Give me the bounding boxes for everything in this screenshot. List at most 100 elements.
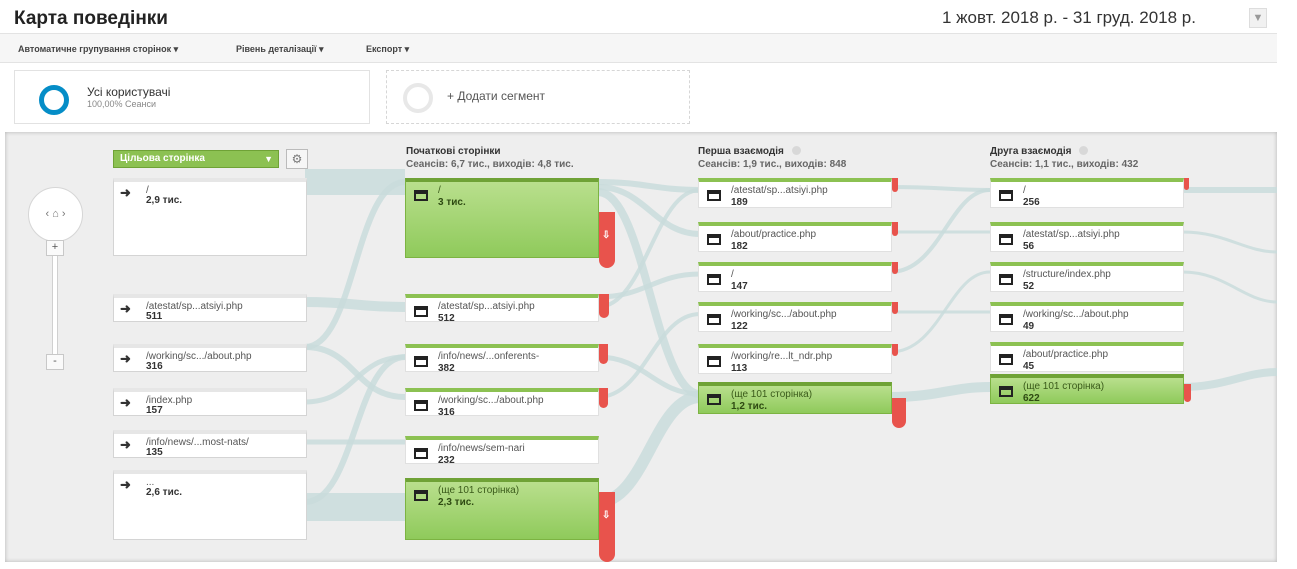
second-interaction-node[interactable]: /working/sc.../about.php 49: [990, 302, 1184, 332]
starting-page-node[interactable]: /working/sc.../about.php 316: [405, 388, 599, 418]
add-segment-button[interactable]: + Додати сегмент: [386, 70, 690, 124]
dropoff-bar[interactable]: [892, 222, 898, 236]
entrance-arrow-icon: ➜: [120, 185, 131, 200]
starting-page-node[interactable]: /atestat/sp...atsiyi.php 512: [405, 294, 599, 324]
first-interaction-node[interactable]: /about/practice.php 182: [698, 222, 892, 252]
node-value: 113: [731, 363, 748, 374]
first-interaction-node[interactable]: /working/sc.../about.php 122: [698, 302, 892, 332]
gear-icon[interactable]: ⚙: [286, 149, 308, 169]
first-interaction-node[interactable]: /atestat/sp...atsiyi.php 189: [698, 178, 892, 208]
second-interaction-node[interactable]: /structure/index.php 52: [990, 262, 1184, 292]
column-stats: Сеансів: 6,7 тис., виходів: 4,8 тис.: [406, 159, 574, 170]
node-value: 45: [1023, 361, 1035, 372]
dropoff-bar[interactable]: [599, 388, 608, 408]
first-interaction-node[interactable]: / 147: [698, 262, 892, 292]
node-label: /info/news/...onferents-: [438, 351, 540, 362]
source-node[interactable]: ➜ /atestat/sp...atsiyi.php 511: [113, 294, 307, 322]
zoom-in-button[interactable]: +: [46, 240, 64, 256]
starting-page-node[interactable]: /info/news/sem-nari 232: [405, 436, 599, 466]
page-icon: [414, 190, 428, 201]
dimension-dropdown[interactable]: Цільова сторінка ▼: [113, 150, 279, 168]
info-icon[interactable]: [1079, 146, 1089, 155]
node-label: /about/practice.php: [731, 229, 817, 240]
dropoff-bar[interactable]: [599, 294, 609, 318]
detail-level-menu[interactable]: Рівень деталізації ▾: [236, 44, 324, 55]
page-icon: [999, 386, 1013, 397]
segment-all-users[interactable]: Усі користувачі 100,00% Сеанси: [14, 70, 370, 124]
second-interaction-node[interactable]: /atestat/sp...atsiyi.php 56: [990, 222, 1184, 252]
dropoff-bar[interactable]: [1184, 384, 1191, 402]
segment-title: Усі користувачі: [87, 85, 171, 99]
page-title: Карта поведінки: [14, 8, 168, 29]
chevron-down-icon[interactable]: ▼: [1249, 8, 1267, 28]
node-value: 147: [731, 281, 748, 292]
segment-ring-icon: [39, 85, 69, 115]
page-icon: [707, 314, 721, 325]
node-value: 2,3 тис.: [438, 497, 475, 508]
first-interaction-node[interactable]: /working/re...lt_ndr.php 113: [698, 344, 892, 374]
dropoff-bar[interactable]: [599, 344, 608, 364]
dropoff-bar[interactable]: [1184, 178, 1189, 190]
home-nav-button[interactable]: ‹ ⌂ ›: [28, 187, 83, 242]
page-icon: [414, 356, 428, 367]
source-node[interactable]: ➜ /working/sc.../about.php 316: [113, 344, 307, 372]
node-label: /working/sc.../about.php: [731, 309, 837, 320]
node-label: /structure/index.php: [1023, 269, 1111, 280]
dropoff-bar[interactable]: [892, 398, 906, 428]
starting-page-node[interactable]: (ще 101 сторінка) 2,3 тис.: [405, 478, 599, 540]
node-value: 52: [1023, 281, 1035, 292]
node-label: /atestat/sp...atsiyi.php: [1023, 229, 1120, 240]
dropoff-bar[interactable]: ⇩: [599, 212, 615, 268]
dropoff-bar[interactable]: ⇩: [599, 492, 615, 562]
behavior-flow-canvas[interactable]: ‹ ⌂ › + - Цільова сторінка ▼ ⚙ Початкові…: [5, 132, 1277, 562]
entrance-arrow-icon: ➜: [120, 395, 131, 410]
empty-segment-icon: [403, 83, 433, 113]
starting-page-node[interactable]: /info/news/...onferents- 382: [405, 344, 599, 374]
page-icon: [999, 354, 1013, 365]
column-title: Перша взаємодія: [698, 146, 784, 157]
segment-subtitle: 100,00% Сеанси: [87, 99, 157, 109]
first-interaction-node[interactable]: (ще 101 сторінка) 1,2 тис.: [698, 382, 892, 414]
page-icon: [999, 274, 1013, 285]
dropoff-bar[interactable]: [892, 178, 898, 192]
source-node[interactable]: ➜ / 2,9 тис.: [113, 178, 307, 256]
node-value: 182: [731, 241, 748, 252]
page-icon: [707, 234, 721, 245]
node-label: /info/news/sem-nari: [438, 443, 525, 454]
node-label: /working/sc.../about.php: [438, 395, 544, 406]
node-value: 511: [146, 311, 163, 322]
second-interaction-node[interactable]: (ще 101 сторінка) 622: [990, 374, 1184, 404]
node-label: /atestat/sp...atsiyi.php: [731, 185, 828, 196]
second-interaction-node[interactable]: /about/practice.php 45: [990, 342, 1184, 372]
node-value: 122: [731, 321, 748, 332]
starting-page-node[interactable]: / 3 тис.: [405, 178, 599, 258]
node-label: /: [1023, 185, 1026, 196]
entrance-arrow-icon: ➜: [120, 301, 131, 316]
export-menu[interactable]: Експорт ▾: [366, 44, 409, 55]
grouping-menu[interactable]: Автоматичне групування сторінок ▾: [18, 44, 178, 55]
node-label: /atestat/sp...atsiyi.php: [438, 301, 535, 312]
date-range-text: 1 жовт. 2018 р. - 31 груд. 2018 р.: [942, 8, 1196, 27]
page-icon: [999, 234, 1013, 245]
node-label: (ще 101 сторінка): [1023, 381, 1105, 392]
page-icon: [414, 448, 428, 459]
second-interaction-node[interactable]: / 256: [990, 178, 1184, 208]
page-icon: [414, 306, 428, 317]
source-node[interactable]: ➜ /index.php 157: [113, 388, 307, 416]
column-title: Друга взаємодія: [990, 146, 1072, 157]
info-icon[interactable]: [791, 146, 801, 155]
zoom-slider[interactable]: [52, 252, 58, 362]
add-segment-label: + Додати сегмент: [447, 89, 546, 103]
node-label: /working/re...lt_ndr.php: [731, 351, 833, 362]
source-node[interactable]: ➜ /info/news/...most-nats/ 135: [113, 430, 307, 458]
dropoff-bar[interactable]: [892, 262, 898, 274]
zoom-out-button[interactable]: -: [46, 354, 64, 370]
source-node[interactable]: ➜ ... 2,6 тис.: [113, 470, 307, 540]
dropoff-bar[interactable]: [892, 302, 898, 314]
dropoff-bar[interactable]: [892, 344, 898, 356]
date-range-picker[interactable]: 1 жовт. 2018 р. - 31 груд. 2018 р. ▼: [942, 6, 1267, 30]
node-value: 1,2 тис.: [731, 401, 768, 412]
node-value: 56: [1023, 241, 1035, 252]
column-header-second: Друга взаємодія Сеансів: 1,1 тис., виход…: [990, 146, 1138, 170]
node-label: /: [731, 269, 734, 280]
